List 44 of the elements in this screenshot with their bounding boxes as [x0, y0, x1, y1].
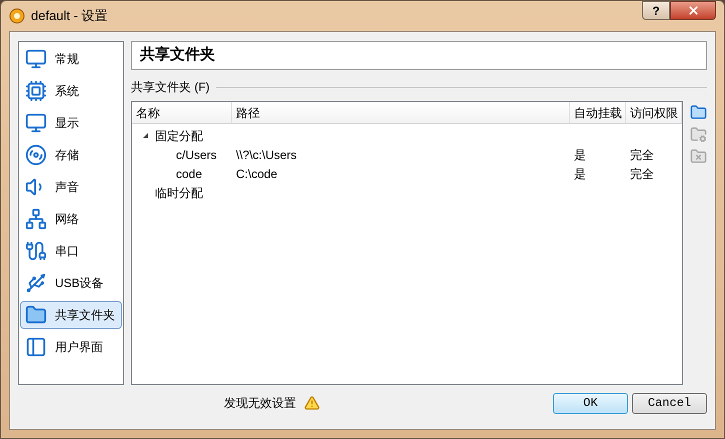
- chip-icon: [25, 80, 47, 102]
- table-cell: 完全: [630, 166, 654, 180]
- warning-text: 发现无效设置: [224, 395, 296, 412]
- folder-icon: [25, 304, 47, 326]
- sidebar-item[interactable]: 存储: [20, 141, 122, 169]
- monitor-icon: [25, 48, 47, 70]
- table-cell: c/Users: [176, 148, 217, 162]
- cancel-button[interactable]: Cancel: [632, 392, 707, 414]
- section-label: 共享文件夹 (F): [131, 79, 210, 96]
- column-header[interactable]: 名称: [132, 102, 232, 123]
- table-cell: \\?\c:\Users: [236, 148, 297, 162]
- sidebar-item[interactable]: 常规: [20, 45, 122, 73]
- expand-arrow-icon[interactable]: [142, 132, 149, 139]
- disc-icon: [25, 144, 47, 166]
- table-cell: C:\code: [236, 166, 278, 180]
- tree-group[interactable]: 固定分配: [155, 126, 203, 144]
- warning-icon[interactable]: [304, 395, 320, 411]
- page-title: 共享文件夹: [131, 41, 707, 70]
- table-cell: 是: [574, 148, 586, 162]
- sidebar-item[interactable]: 显示: [20, 109, 122, 137]
- sidebar-item[interactable]: 系统: [20, 77, 122, 105]
- sidebar-item[interactable]: 网络: [20, 205, 122, 233]
- sidebar-item[interactable]: 共享文件夹: [20, 301, 122, 329]
- column-header[interactable]: 路径: [232, 102, 570, 123]
- close-button[interactable]: [670, 1, 716, 20]
- column-header[interactable]: 自动挂载: [570, 102, 626, 123]
- window-title: default - 设置: [31, 7, 108, 26]
- help-button[interactable]: ?: [642, 1, 670, 20]
- network-icon: [25, 208, 47, 230]
- tree-group[interactable]: 临时分配: [155, 184, 203, 202]
- table-cell: 完全: [630, 148, 654, 162]
- table-cell: 是: [574, 166, 586, 180]
- table-cell: code: [176, 166, 202, 180]
- sidebar-item[interactable]: 声音: [20, 173, 122, 201]
- monitor-icon: [25, 112, 47, 134]
- window-icon: [25, 336, 47, 358]
- sidebar-item[interactable]: 用户界面: [20, 333, 122, 361]
- close-icon: [686, 4, 700, 17]
- sidebar-item[interactable]: 串口: [20, 237, 122, 265]
- column-header[interactable]: 访问权限: [626, 102, 682, 123]
- ok-button[interactable]: OK: [553, 392, 628, 414]
- cable-icon: [25, 240, 47, 262]
- usb-icon: [25, 272, 47, 294]
- sidebar-item[interactable]: USB设备: [20, 269, 122, 297]
